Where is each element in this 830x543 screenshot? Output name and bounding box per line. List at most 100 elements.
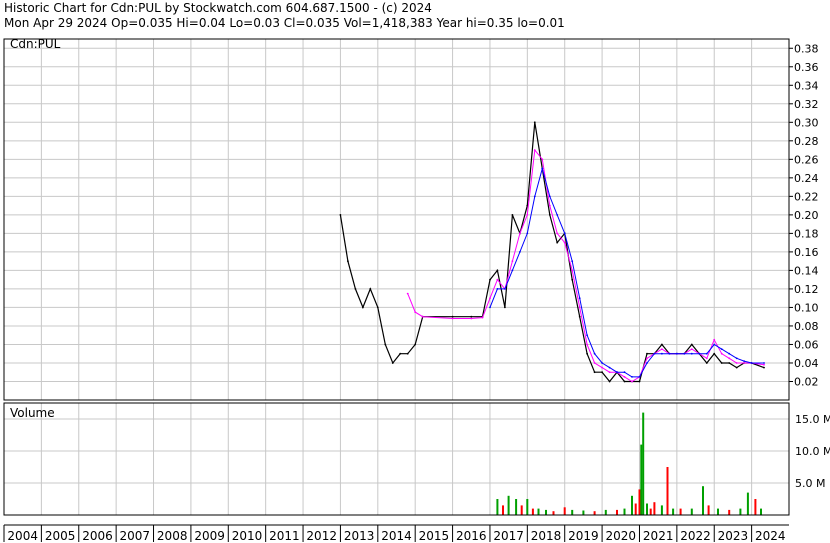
data-point-ma_long — [705, 352, 708, 355]
data-point-price — [376, 306, 379, 309]
volume-bar — [520, 505, 523, 515]
price-ytick-label: 0.06 — [794, 338, 819, 351]
data-point-ma_short — [541, 158, 544, 161]
data-point-price — [511, 214, 514, 216]
data-point-price — [533, 121, 536, 124]
data-point-price — [763, 366, 765, 369]
volume-bar — [631, 495, 633, 515]
data-point-ma_long — [661, 352, 663, 355]
data-point-price — [728, 362, 731, 364]
data-point-ma_long — [601, 362, 603, 364]
data-point-price — [362, 306, 364, 309]
data-point-ma_long — [578, 297, 581, 300]
data-point-ma_long — [638, 376, 641, 378]
data-point-ma_long — [631, 376, 633, 378]
data-point-ma_long — [504, 288, 506, 290]
volume-ytick-label: 5.0 M — [795, 477, 825, 490]
volume-bar — [739, 508, 742, 515]
data-point-price — [593, 371, 596, 374]
price-ytick-label: 0.26 — [794, 153, 819, 166]
data-point-ma_long — [653, 352, 656, 355]
data-point-price — [384, 343, 387, 346]
data-point-ma_short — [548, 204, 551, 207]
price-ytick-label: 0.24 — [794, 172, 819, 185]
data-point-ma_short — [623, 376, 626, 378]
price-panel: 0.38 0.36 0.34 0.32 0.30 0.28 0.26 0.24 0.22 0.20… — [3, 37, 819, 401]
volume-frame — [3, 402, 790, 516]
price-ytick-label: 0.34 — [794, 79, 819, 92]
data-point-ma_short — [735, 362, 738, 364]
volume-bar — [515, 499, 518, 515]
data-point-price — [548, 214, 551, 216]
data-point-price — [339, 214, 342, 216]
data-point-ma_short — [578, 306, 581, 309]
volume-panel-label: Volume — [10, 406, 55, 420]
data-point-ma_long — [548, 195, 551, 198]
data-point-price — [690, 343, 693, 346]
data-point-ma_short — [421, 315, 424, 318]
volume-bar — [634, 503, 637, 515]
data-point-price — [713, 352, 716, 355]
data-point-ma_short — [728, 357, 731, 360]
x-tick-label: 2008 — [157, 529, 188, 543]
volume-bar — [563, 507, 566, 515]
volume-bar — [571, 509, 574, 515]
data-point-ma_long — [616, 371, 618, 374]
price-ytick-label: 0.08 — [794, 320, 819, 333]
data-point-price — [586, 352, 588, 355]
data-point-ma_short — [511, 260, 514, 263]
data-point-ma_long — [743, 360, 745, 362]
data-point-ma_long — [690, 352, 693, 355]
data-point-ma_short — [470, 317, 473, 320]
data-point-price — [720, 362, 723, 364]
data-point-ma_long — [563, 232, 566, 235]
x-tick-label: 2011 — [269, 529, 300, 543]
data-point-ma_short — [713, 338, 716, 341]
series-line-ma_long — [489, 166, 764, 378]
volume-bar — [526, 499, 529, 515]
x-tick-label: 2010 — [232, 529, 263, 543]
data-point-ma_short — [661, 348, 663, 350]
price-ytick-label: 0.10 — [794, 301, 819, 314]
x-tick-label: 2018 — [531, 529, 562, 543]
x-tick-label: 2019 — [568, 529, 599, 543]
data-point-ma_long — [608, 366, 611, 369]
x-tick-label: 2021 — [643, 529, 674, 543]
data-point-ma_short — [601, 366, 603, 369]
data-point-ma_short — [720, 352, 723, 355]
data-point-price — [496, 269, 499, 272]
data-point-price — [391, 362, 394, 364]
data-point-ma_long — [541, 167, 544, 170]
price-ytick-label: 0.28 — [794, 135, 819, 148]
volume-bar — [653, 502, 656, 515]
volume-bar — [623, 508, 626, 515]
x-tick-label: 2016 — [456, 529, 487, 543]
volume-bar — [746, 492, 749, 515]
x-tick-label: 2009 — [194, 529, 225, 543]
volume-bar — [754, 499, 757, 515]
data-point-ma_long — [728, 352, 731, 355]
x-tick-label: 2007 — [120, 529, 151, 543]
data-point-price — [571, 278, 574, 281]
data-point-ma_short — [496, 278, 499, 281]
data-point-ma_short — [705, 357, 708, 360]
x-tick-label: 2006 — [82, 529, 113, 543]
volume-bar — [552, 511, 555, 515]
volume-bar — [507, 495, 510, 515]
price-ytick-label: 0.32 — [794, 98, 819, 111]
volume-bar — [593, 511, 596, 515]
data-point-price — [661, 343, 663, 346]
stock-chart: 0.38 0.36 0.34 0.32 0.30 0.28 0.26 0.24 0.22 0.20… — [3, 37, 830, 543]
volume-bar — [537, 508, 540, 515]
price-panel-label: Cdn:PUL — [10, 37, 61, 51]
price-ytick-label: 0.14 — [794, 264, 819, 277]
data-point-ma_long — [519, 251, 521, 253]
x-tick-label: 2014 — [381, 529, 412, 543]
data-point-price — [705, 362, 708, 364]
volume-bar — [502, 505, 504, 515]
data-point-ma_long — [713, 343, 716, 346]
x-tick-label: 2012 — [306, 529, 337, 543]
volume-ytick-label: 10.0 M — [795, 445, 830, 458]
data-point-ma_short — [556, 232, 559, 235]
price-ytick-label: 0.18 — [794, 227, 819, 240]
